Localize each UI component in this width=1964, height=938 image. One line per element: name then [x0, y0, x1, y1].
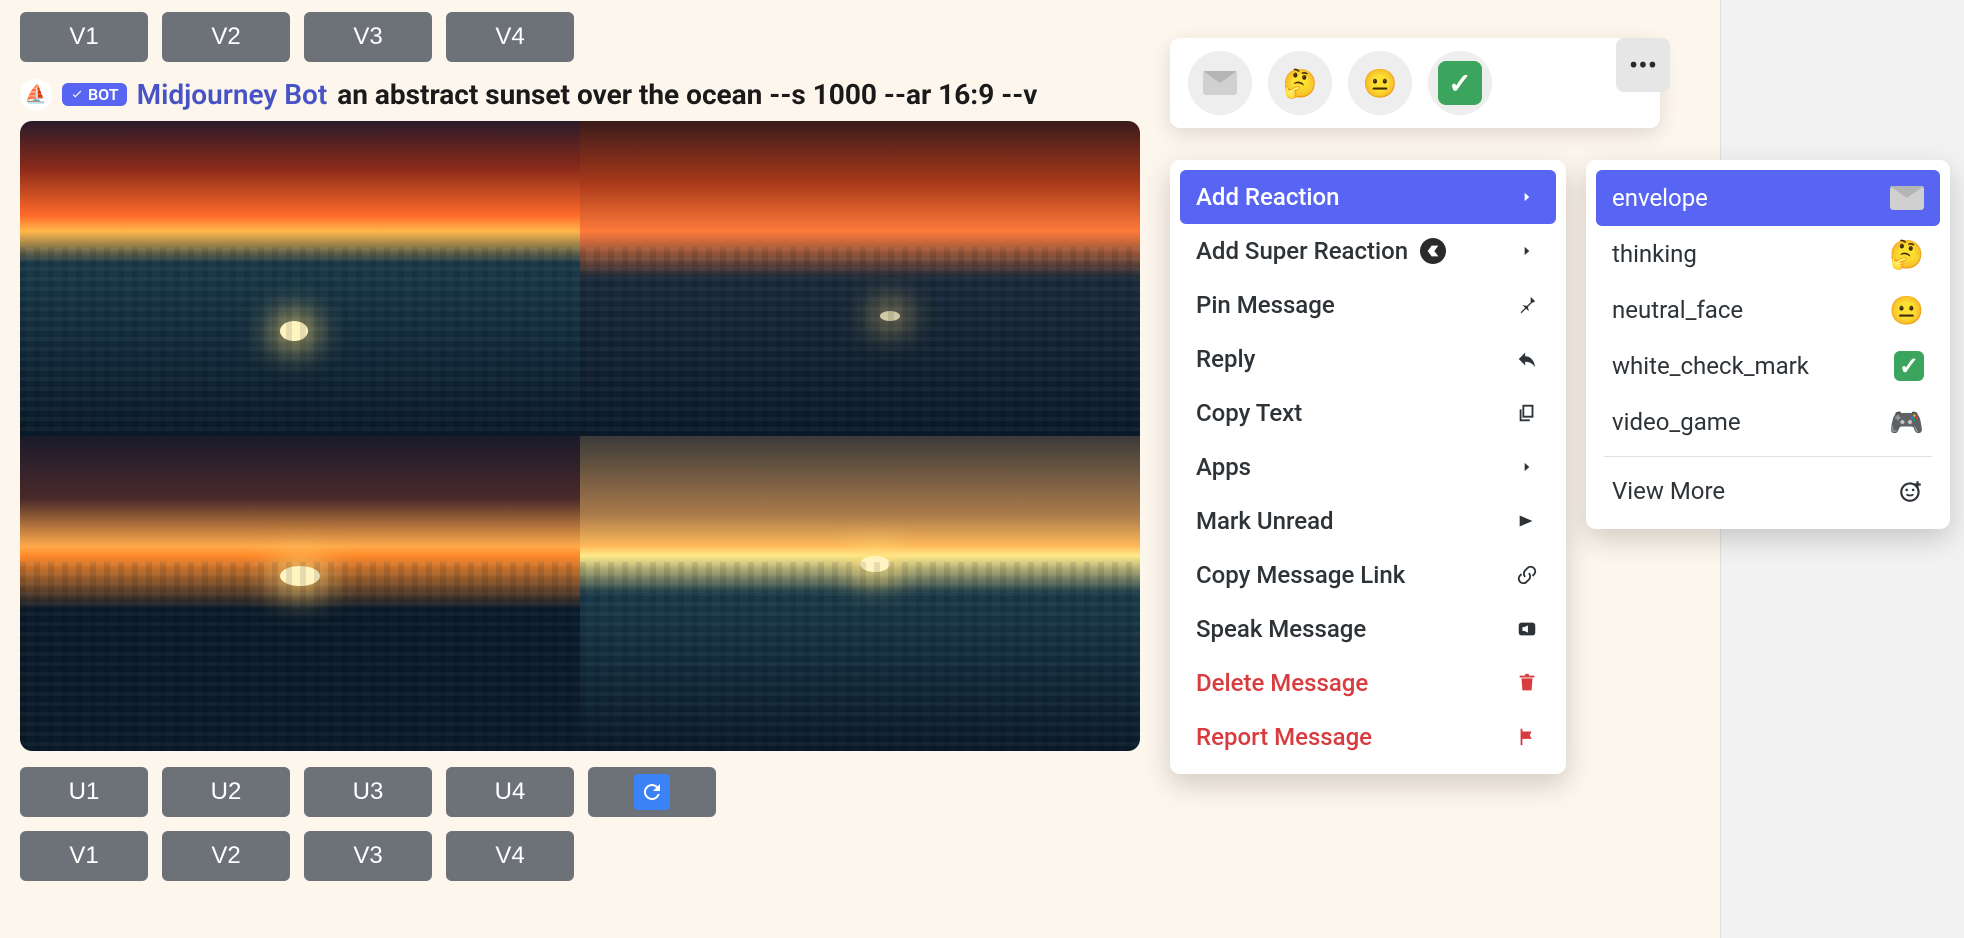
- submenu-white-check-mark[interactable]: white_check_mark ✓: [1596, 338, 1940, 394]
- menu-copy-text-label: Copy Text: [1196, 399, 1302, 427]
- menu-apps-label: Apps: [1196, 453, 1251, 481]
- chevron-right-icon: [1514, 454, 1540, 480]
- menu-copy-message-link[interactable]: Copy Message Link: [1180, 548, 1556, 602]
- generated-image-grid[interactable]: [20, 121, 1140, 751]
- menu-delete-message[interactable]: Delete Message: [1180, 656, 1556, 710]
- more-icon: •••: [1629, 49, 1657, 82]
- submenu-envelope-label: envelope: [1612, 184, 1708, 212]
- submenu-video-game-label: video_game: [1612, 408, 1741, 436]
- image-cell-1[interactable]: [20, 121, 580, 436]
- neutral-face-icon: 😐: [1889, 294, 1924, 327]
- neutral-face-icon: 😐: [1363, 67, 1398, 100]
- menu-mark-unread-label: Mark Unread: [1196, 507, 1334, 535]
- menu-add-super-reaction[interactable]: Add Super Reaction: [1180, 224, 1556, 278]
- menu-copy-text[interactable]: Copy Text: [1180, 386, 1556, 440]
- nitro-boost-icon: [1420, 238, 1446, 264]
- pin-icon: [1514, 292, 1540, 318]
- reaction-neutral-button[interactable]: 😐: [1348, 51, 1412, 115]
- mark-unread-icon: [1514, 508, 1540, 534]
- menu-reply[interactable]: Reply: [1180, 332, 1556, 386]
- u2-button[interactable]: U2: [162, 767, 290, 817]
- menu-add-super-reaction-label: Add Super Reaction: [1196, 237, 1408, 265]
- v2-button-bottom[interactable]: V2: [162, 831, 290, 881]
- copy-icon: [1514, 400, 1540, 426]
- submenu-view-more[interactable]: View More: [1596, 463, 1940, 519]
- upscale-button-row: U1 U2 U3 U4: [20, 767, 1660, 817]
- submenu-neutral-face-label: neutral_face: [1612, 296, 1743, 324]
- envelope-icon: [1203, 71, 1237, 95]
- reroll-icon: [634, 774, 670, 810]
- reply-icon: [1514, 346, 1540, 372]
- chevron-right-icon: [1514, 184, 1540, 210]
- v4-button-top[interactable]: V4: [446, 12, 574, 62]
- u3-button[interactable]: U3: [304, 767, 432, 817]
- add-reaction-icon: [1898, 478, 1924, 504]
- speak-icon: [1514, 616, 1540, 642]
- bot-name[interactable]: Midjourney Bot: [137, 78, 328, 111]
- u1-button[interactable]: U1: [20, 767, 148, 817]
- menu-pin-message-label: Pin Message: [1196, 291, 1335, 319]
- menu-mark-unread[interactable]: Mark Unread: [1180, 494, 1556, 548]
- link-icon: [1514, 562, 1540, 588]
- white-check-mark-icon: ✓: [1894, 351, 1924, 381]
- quick-reaction-bar: 🤔 😐 ✓: [1170, 38, 1660, 128]
- menu-reply-label: Reply: [1196, 345, 1255, 373]
- flag-icon: [1514, 724, 1540, 750]
- v4-button-bottom[interactable]: V4: [446, 831, 574, 881]
- bot-badge-label: BOT: [88, 85, 119, 104]
- submenu-thinking[interactable]: thinking 🤔: [1596, 226, 1940, 282]
- menu-delete-message-label: Delete Message: [1196, 669, 1368, 697]
- v3-button-top[interactable]: V3: [304, 12, 432, 62]
- v1-button-top[interactable]: V1: [20, 12, 148, 62]
- v2-button-top[interactable]: V2: [162, 12, 290, 62]
- message-context-menu: Add Reaction Add Super Reaction Pin Mess…: [1170, 160, 1566, 774]
- menu-speak-message[interactable]: Speak Message: [1180, 602, 1556, 656]
- submenu-white-check-mark-label: white_check_mark: [1612, 352, 1809, 380]
- menu-report-message-label: Report Message: [1196, 723, 1372, 751]
- white-check-mark-icon: ✓: [1438, 61, 1482, 105]
- v3-button-bottom[interactable]: V3: [304, 831, 432, 881]
- menu-add-reaction-label: Add Reaction: [1196, 183, 1339, 211]
- reaction-envelope-button[interactable]: [1188, 51, 1252, 115]
- menu-copy-message-link-label: Copy Message Link: [1196, 561, 1405, 589]
- u4-button[interactable]: U4: [446, 767, 574, 817]
- submenu-video-game[interactable]: video_game 🎮: [1596, 394, 1940, 450]
- menu-add-reaction[interactable]: Add Reaction: [1180, 170, 1556, 224]
- variation-button-row-bottom: V1 V2 V3 V4: [20, 831, 1660, 881]
- submenu-neutral-face[interactable]: neutral_face 😐: [1596, 282, 1940, 338]
- envelope-icon: [1890, 186, 1924, 210]
- bot-badge: BOT: [62, 83, 127, 106]
- image-cell-3[interactable]: [20, 436, 580, 751]
- image-cell-2[interactable]: [580, 121, 1140, 436]
- submenu-thinking-label: thinking: [1612, 240, 1697, 268]
- more-actions-button[interactable]: •••: [1616, 38, 1670, 92]
- thinking-icon: 🤔: [1283, 67, 1318, 100]
- trash-icon: [1514, 670, 1540, 696]
- thinking-icon: 🤔: [1889, 238, 1924, 271]
- chevron-right-icon: [1514, 238, 1540, 264]
- reaction-submenu: envelope thinking 🤔 neutral_face 😐 white…: [1586, 160, 1950, 529]
- menu-report-message[interactable]: Report Message: [1180, 710, 1556, 764]
- submenu-view-more-label: View More: [1612, 477, 1725, 505]
- reaction-thinking-button[interactable]: 🤔: [1268, 51, 1332, 115]
- bot-avatar[interactable]: ⛵: [20, 79, 52, 111]
- menu-apps[interactable]: Apps: [1180, 440, 1556, 494]
- video-game-icon: 🎮: [1889, 406, 1924, 439]
- prompt-text: an abstract sunset over the ocean --s 10…: [337, 78, 1037, 111]
- reroll-button[interactable]: [588, 767, 716, 817]
- verified-check-icon: [70, 88, 84, 102]
- menu-speak-message-label: Speak Message: [1196, 615, 1366, 643]
- reaction-check-button[interactable]: ✓: [1428, 51, 1492, 115]
- image-cell-4[interactable]: [580, 436, 1140, 751]
- v1-button-bottom[interactable]: V1: [20, 831, 148, 881]
- menu-pin-message[interactable]: Pin Message: [1180, 278, 1556, 332]
- submenu-envelope[interactable]: envelope: [1596, 170, 1940, 226]
- submenu-divider: [1604, 456, 1932, 457]
